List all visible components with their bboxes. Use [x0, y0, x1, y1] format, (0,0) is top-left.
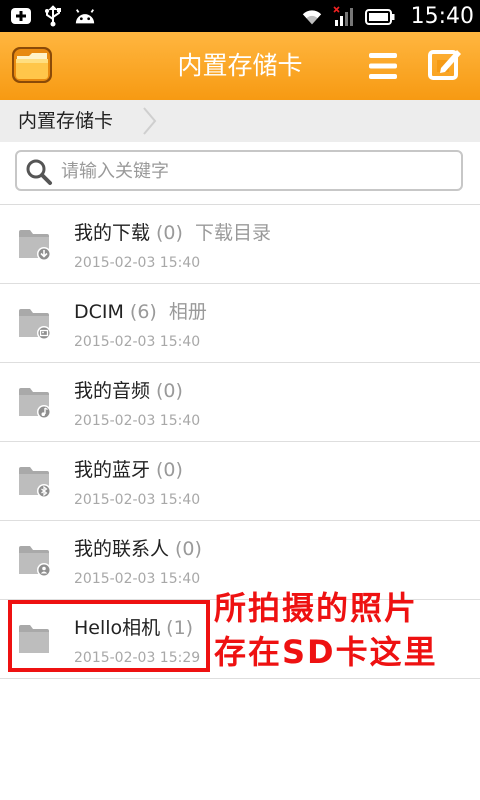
signal-icon: [333, 5, 355, 27]
folder-icon: [18, 543, 52, 579]
chevron-right-icon: [140, 106, 160, 136]
annotation-text: 所拍摄的照片 存在SD卡这里: [214, 586, 480, 674]
modified-date: 2015-02-03 15:40: [74, 255, 201, 271]
battery-icon: [364, 7, 395, 27]
search-box[interactable]: [15, 150, 463, 191]
item-count: (6): [129, 301, 157, 323]
folder-description: 相册: [168, 301, 207, 323]
folder-icon: [18, 385, 52, 421]
search-icon: [25, 158, 53, 186]
modified-date: 2015-02-03 15:40: [74, 492, 201, 508]
annotation-line-1: 所拍摄的照片: [214, 589, 419, 627]
list-item[interactable]: DCIM (6) 相册 2015-02-03 15:40: [0, 284, 480, 363]
item-count: (0): [156, 459, 183, 481]
wifi-icon: [301, 7, 323, 27]
item-count: (0): [156, 222, 183, 244]
status-bar: 15:40: [0, 0, 480, 32]
modified-date: 2015-02-03 15:40: [74, 413, 201, 429]
annotation-line-2: 存在SD卡这里: [214, 633, 438, 671]
usb-icon: [42, 5, 64, 27]
item-count: (0): [175, 538, 202, 560]
list-item[interactable]: 我的音频 (0) 2015-02-03 15:40: [0, 363, 480, 442]
breadcrumb: 内置存储卡: [0, 100, 480, 142]
page-title: 内置存储卡: [177, 51, 303, 80]
folder-icon: [18, 464, 52, 500]
folder-icon: [18, 227, 52, 263]
android-icon: [74, 6, 96, 26]
folder-icon: [18, 306, 52, 342]
breadcrumb-item[interactable]: 内置存储卡: [18, 100, 113, 142]
title-bar: 内置存储卡: [0, 32, 480, 100]
add-notification-icon: [10, 6, 32, 26]
annotation-highlight-box: [8, 600, 210, 672]
folder-description: 下载目录: [194, 222, 271, 244]
modified-date: 2015-02-03 15:40: [74, 334, 201, 350]
list-item[interactable]: 我的下载 (0) 下载目录 2015-02-03 15:40: [0, 205, 480, 284]
menu-icon[interactable]: [366, 50, 400, 82]
search-input[interactable]: [61, 154, 451, 188]
edit-icon[interactable]: [427, 46, 463, 82]
folder-name: 我的联系人: [74, 538, 170, 560]
clock: 15:40: [410, 4, 474, 29]
folder-name: 我的蓝牙: [74, 459, 151, 481]
list-item[interactable]: 我的蓝牙 (0) 2015-02-03 15:40: [0, 442, 480, 521]
folder-name: 我的音频: [74, 380, 151, 402]
item-count: (0): [156, 380, 183, 402]
modified-date: 2015-02-03 15:40: [74, 571, 201, 587]
folder-name: DCIM: [74, 301, 124, 323]
folder-name: 我的下载: [74, 222, 151, 244]
